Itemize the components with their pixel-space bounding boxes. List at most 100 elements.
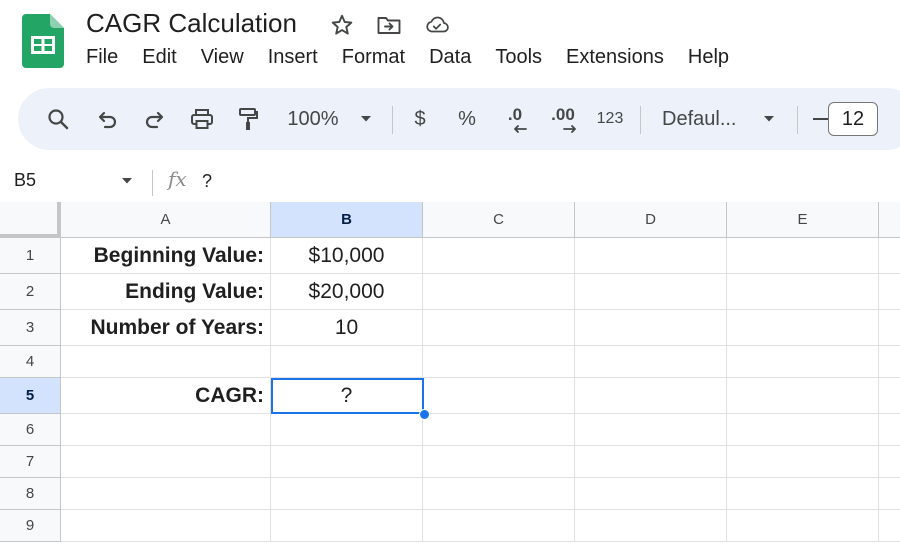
- cell-f3[interactable]: [879, 310, 900, 346]
- menu-file[interactable]: File: [86, 46, 118, 69]
- row-header-6[interactable]: 6: [0, 414, 61, 446]
- cell-b2[interactable]: $20,000: [271, 274, 423, 310]
- zoom-caret-icon[interactable]: [356, 88, 376, 150]
- row-header-2[interactable]: 2: [0, 274, 61, 310]
- cell-c4[interactable]: [423, 346, 575, 378]
- menu-data[interactable]: Data: [429, 46, 471, 69]
- row-header-1[interactable]: 1: [0, 238, 61, 274]
- cell-c9[interactable]: [423, 510, 575, 542]
- cell-d8[interactable]: [575, 478, 727, 510]
- cell-a4[interactable]: [61, 346, 271, 378]
- cell-a9[interactable]: [61, 510, 271, 542]
- cell-d1[interactable]: [575, 238, 727, 274]
- cell-b5[interactable]: ?: [271, 378, 423, 414]
- cell-c5[interactable]: [423, 378, 575, 414]
- more-formats-button[interactable]: 123: [594, 88, 626, 150]
- document-title[interactable]: CAGR Calculation: [86, 8, 297, 39]
- column-header-c[interactable]: C: [423, 202, 575, 238]
- row-header-9[interactable]: 9: [0, 510, 61, 542]
- cell-d3[interactable]: [575, 310, 727, 346]
- menu-extensions[interactable]: Extensions: [566, 46, 664, 69]
- increase-decimal-button[interactable]: .00: [546, 88, 580, 150]
- fill-handle[interactable]: [419, 409, 430, 420]
- row-header-5[interactable]: 5: [0, 378, 61, 414]
- cell-e7[interactable]: [727, 446, 879, 478]
- cell-c8[interactable]: [423, 478, 575, 510]
- decrease-decimal-button[interactable]: .0: [500, 88, 530, 150]
- search-menus-icon[interactable]: [44, 88, 72, 150]
- paint-format-icon[interactable]: [234, 88, 262, 150]
- menu-help[interactable]: Help: [688, 46, 729, 69]
- cell-b6[interactable]: [271, 414, 423, 446]
- name-box[interactable]: B5: [14, 170, 36, 191]
- row-header-4[interactable]: 4: [0, 346, 61, 378]
- font-family-select[interactable]: Defaul...: [662, 88, 746, 150]
- column-header-f[interactable]: [879, 202, 900, 238]
- column-header-e[interactable]: E: [727, 202, 879, 238]
- cell-c3[interactable]: [423, 310, 575, 346]
- cell-e1[interactable]: [727, 238, 879, 274]
- menu-edit[interactable]: Edit: [142, 46, 176, 69]
- menu-insert[interactable]: Insert: [268, 46, 318, 69]
- cell-e4[interactable]: [727, 346, 879, 378]
- cell-f6[interactable]: [879, 414, 900, 446]
- cell-b9[interactable]: [271, 510, 423, 542]
- cell-d6[interactable]: [575, 414, 727, 446]
- cell-d7[interactable]: [575, 446, 727, 478]
- row-header-8[interactable]: 8: [0, 478, 61, 510]
- cell-c7[interactable]: [423, 446, 575, 478]
- print-icon[interactable]: [186, 88, 218, 150]
- menu-view[interactable]: View: [201, 46, 244, 69]
- cell-a2[interactable]: Ending Value:: [61, 274, 271, 310]
- cell-d9[interactable]: [575, 510, 727, 542]
- menu-tools[interactable]: Tools: [495, 46, 542, 69]
- cell-f8[interactable]: [879, 478, 900, 510]
- cell-f2[interactable]: [879, 274, 900, 310]
- cell-f1[interactable]: [879, 238, 900, 274]
- cell-e5[interactable]: [727, 378, 879, 414]
- cell-b7[interactable]: [271, 446, 423, 478]
- row-header-7[interactable]: 7: [0, 446, 61, 478]
- zoom-select[interactable]: 100%: [282, 88, 344, 150]
- move-folder-icon[interactable]: [376, 12, 402, 38]
- cell-d5[interactable]: [575, 378, 727, 414]
- cell-a7[interactable]: [61, 446, 271, 478]
- column-header-b[interactable]: B: [271, 202, 423, 238]
- cell-e8[interactable]: [727, 478, 879, 510]
- cell-e2[interactable]: [727, 274, 879, 310]
- cell-d2[interactable]: [575, 274, 727, 310]
- cloud-status-icon[interactable]: [424, 12, 450, 38]
- cell-a8[interactable]: [61, 478, 271, 510]
- cell-f4[interactable]: [879, 346, 900, 378]
- cell-e9[interactable]: [727, 510, 879, 542]
- undo-icon[interactable]: [94, 88, 122, 150]
- cell-c2[interactable]: [423, 274, 575, 310]
- name-box-caret-icon[interactable]: [120, 176, 134, 186]
- cell-e3[interactable]: [727, 310, 879, 346]
- cell-b8[interactable]: [271, 478, 423, 510]
- cell-a3[interactable]: Number of Years:: [61, 310, 271, 346]
- cell-a1[interactable]: Beginning Value:: [61, 238, 271, 274]
- sheets-logo-icon[interactable]: [22, 14, 64, 68]
- formula-input[interactable]: ?: [202, 171, 212, 192]
- cell-c6[interactable]: [423, 414, 575, 446]
- cell-f9[interactable]: [879, 510, 900, 542]
- cell-f5[interactable]: [879, 378, 900, 414]
- font-caret-icon[interactable]: [759, 88, 779, 150]
- redo-icon[interactable]: [140, 88, 168, 150]
- menu-format[interactable]: Format: [342, 46, 405, 69]
- column-header-a[interactable]: A: [61, 202, 271, 238]
- cell-b1[interactable]: $10,000: [271, 238, 423, 274]
- format-percent-button[interactable]: %: [454, 88, 480, 150]
- star-icon[interactable]: [329, 12, 355, 38]
- cell-e6[interactable]: [727, 414, 879, 446]
- cell-d4[interactable]: [575, 346, 727, 378]
- cell-b4[interactable]: [271, 346, 423, 378]
- font-size-input[interactable]: 12: [828, 102, 878, 136]
- cell-a6[interactable]: [61, 414, 271, 446]
- format-currency-button[interactable]: $: [408, 88, 432, 150]
- cell-f7[interactable]: [879, 446, 900, 478]
- column-header-d[interactable]: D: [575, 202, 727, 238]
- row-header-3[interactable]: 3: [0, 310, 61, 346]
- cell-c1[interactable]: [423, 238, 575, 274]
